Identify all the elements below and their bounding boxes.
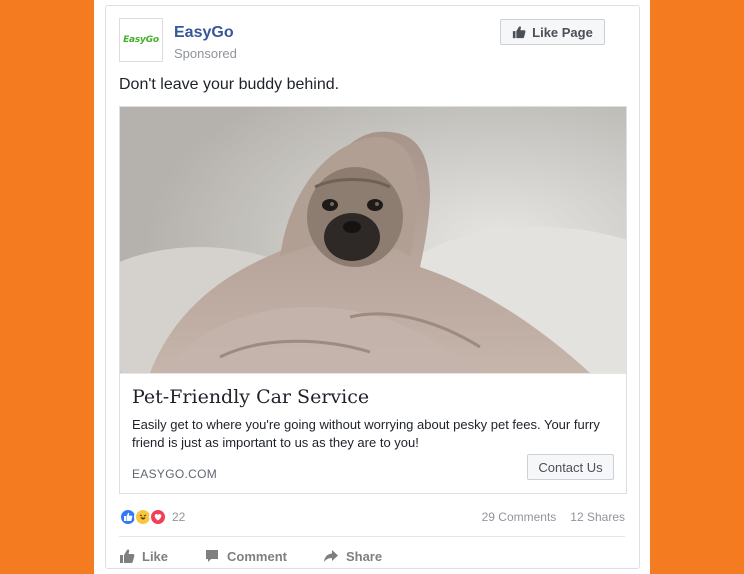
- sponsored-label[interactable]: Sponsored: [174, 46, 237, 61]
- link-domain: EASYGO.COM: [132, 467, 218, 481]
- page-name-link[interactable]: EasyGo: [174, 24, 234, 42]
- engagement-stats: 29 Comments 12 Shares: [482, 510, 625, 524]
- love-reaction-icon: [149, 508, 167, 526]
- comment-button[interactable]: Comment: [204, 548, 287, 564]
- thumbs-up-icon: [513, 26, 526, 39]
- thumbs-up-icon: [120, 549, 135, 563]
- share-arrow-icon: [323, 550, 338, 562]
- reactions-summary[interactable]: 22: [119, 508, 185, 526]
- comments-count-link[interactable]: 29 Comments: [482, 510, 557, 524]
- page-logo[interactable]: EasyGo: [119, 18, 163, 62]
- logo-text: EasyGo: [123, 35, 159, 45]
- like-page-button[interactable]: Like Page: [500, 19, 605, 45]
- comment-icon: [206, 550, 219, 562]
- sponsored-post-card: EasyGo EasyGo Sponsored Like Page Don't …: [105, 5, 640, 569]
- pug-in-blanket-photo[interactable]: [120, 107, 626, 373]
- shares-count-link[interactable]: 12 Shares: [570, 510, 625, 524]
- link-description: Easily get to where you're going without…: [132, 417, 600, 450]
- action-divider: [119, 536, 625, 537]
- link-title[interactable]: Pet-Friendly Car Service: [132, 386, 369, 408]
- like-label: Like: [142, 548, 169, 564]
- post-text: Don't leave your buddy behind.: [119, 76, 340, 93]
- share-button[interactable]: Share: [323, 548, 382, 564]
- reaction-count: 22: [172, 510, 186, 524]
- like-page-label: Like Page: [532, 24, 593, 40]
- post-actions: Like Comment Share: [119, 544, 382, 568]
- share-label: Share: [345, 548, 383, 564]
- link-info[interactable]: Pet-Friendly Car Service Easily get to w…: [120, 373, 626, 493]
- link-attachment[interactable]: Pet-Friendly Car Service Easily get to w…: [119, 106, 627, 494]
- contact-us-button[interactable]: Contact Us: [527, 454, 614, 480]
- comment-label: Comment: [227, 548, 287, 564]
- like-button[interactable]: Like: [119, 548, 168, 564]
